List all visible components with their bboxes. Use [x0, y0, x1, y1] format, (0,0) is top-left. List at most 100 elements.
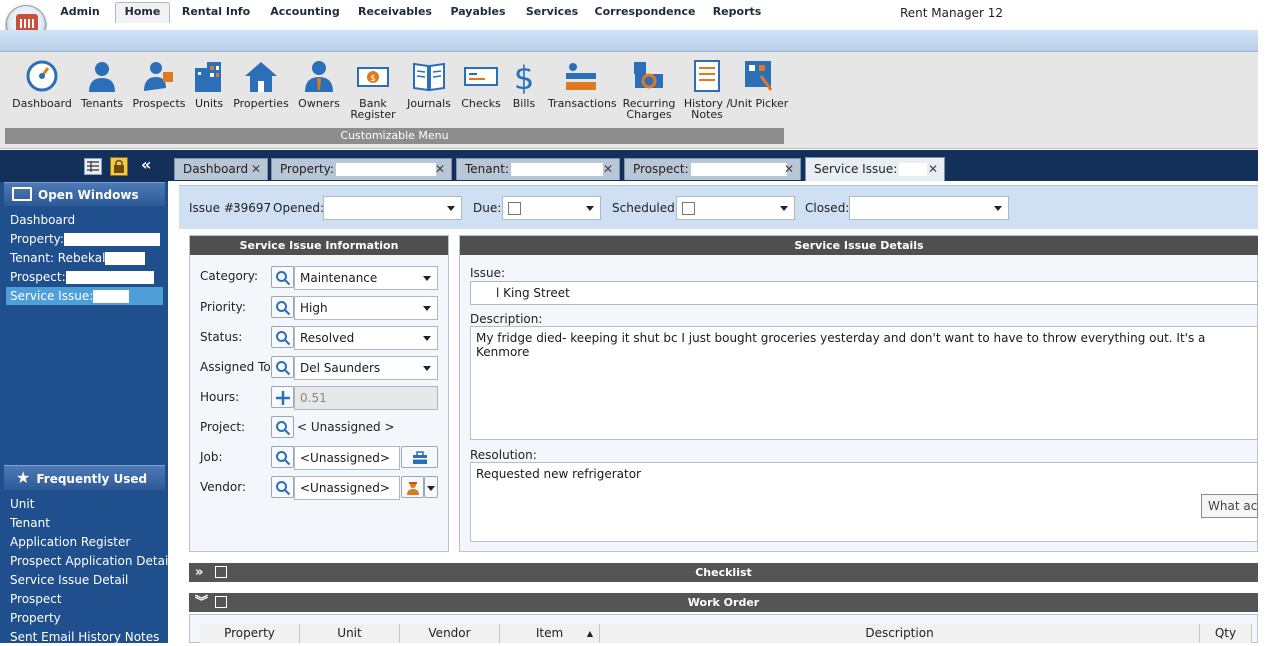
- menu-tab-receivables[interactable]: Receivables: [355, 3, 435, 22]
- closed-label: Closed:: [805, 201, 850, 215]
- add-hours-button[interactable]: [271, 386, 294, 408]
- person-icon: [89, 62, 115, 92]
- tab-tenant[interactable]: Tenant: ✕: [456, 158, 620, 180]
- frequent-item-property[interactable]: Property: [10, 609, 61, 627]
- frequent-item-sent-email-history-notes[interactable]: Sent Email History Notes: [10, 628, 159, 646]
- window-icon: [12, 187, 32, 201]
- service-issue-details-title: Service Issue Details: [460, 236, 1258, 255]
- app-title: Rent Manager 12: [900, 6, 1003, 20]
- notes-icon: [694, 60, 720, 92]
- ribbon-history-notes-button[interactable]: History / Notes: [679, 58, 735, 120]
- job-search-button[interactable]: [271, 446, 294, 468]
- frequent-item-prospect-application-detail[interactable]: Prospect Application Detail: [10, 552, 172, 570]
- tab-prospect[interactable]: Prospect: ✕: [624, 158, 801, 180]
- menu-tab-admin[interactable]: Admin: [52, 3, 108, 22]
- ribbon-units-button[interactable]: Units: [179, 58, 239, 109]
- work-order-bar[interactable]: ︾ Work Order: [189, 593, 1258, 612]
- search-icon: [276, 421, 291, 436]
- ribbon-tenants-button[interactable]: Tenants: [72, 58, 132, 109]
- ribbon-dashboard-button[interactable]: Dashboard: [12, 58, 72, 109]
- close-tab-icon[interactable]: ✕: [435, 159, 445, 180]
- closed-date-dropdown[interactable]: [849, 196, 1009, 220]
- ribbon-journals-button[interactable]: Journals: [399, 58, 459, 109]
- priority-label: Priority:: [200, 300, 246, 314]
- tab-property[interactable]: Property: ✕: [271, 158, 452, 180]
- menu-tab-reports[interactable]: Reports: [707, 3, 767, 22]
- category-dropdown[interactable]: Maintenance: [294, 266, 438, 290]
- menu-tab-accounting[interactable]: Accounting: [264, 3, 346, 22]
- ribbon-unit-picker-button[interactable]: Unit Picker: [729, 58, 789, 109]
- menu-tab-payables[interactable]: Payables: [444, 3, 512, 22]
- menu-tab-services[interactable]: Services: [521, 3, 583, 22]
- scheduled-checkbox[interactable]: [682, 202, 695, 215]
- ribbon-recurring-charges-button[interactable]: Recurring Charges: [619, 58, 679, 120]
- frequent-item-application-register[interactable]: Application Register: [10, 533, 130, 551]
- menu-tab-home[interactable]: Home: [115, 2, 170, 23]
- work-order-col-item[interactable]: Item ▲: [500, 624, 600, 643]
- open-window-property[interactable]: Property:: [10, 230, 160, 248]
- due-checkbox[interactable]: [508, 202, 521, 215]
- status-dropdown[interactable]: Resolved: [294, 326, 438, 350]
- close-tab-icon[interactable]: ✕: [251, 159, 261, 180]
- priority-dropdown[interactable]: High: [294, 296, 438, 320]
- close-tab-icon[interactable]: ✕: [784, 159, 794, 180]
- issue-field[interactable]: l King Street: [470, 281, 1258, 305]
- vendor-field[interactable]: <Unassigned>: [294, 476, 400, 500]
- work-order-col-vendor[interactable]: Vendor: [400, 624, 500, 643]
- chevron-down-icon: [586, 206, 594, 211]
- work-order-col-qty[interactable]: Qty: [1200, 624, 1252, 643]
- ribbon-bills-button[interactable]: $ Bills: [494, 58, 554, 109]
- vendor-details-button[interactable]: [401, 476, 424, 498]
- what-action-button[interactable]: What acti: [1201, 494, 1258, 518]
- job-field[interactable]: <Unassigned>: [294, 446, 400, 470]
- collapse-sidebar-icon[interactable]: «: [141, 155, 151, 174]
- open-windows-header: Open Windows: [4, 182, 165, 206]
- menu-tab-rental-info[interactable]: Rental Info: [178, 3, 254, 22]
- frequent-item-unit[interactable]: Unit: [10, 495, 34, 513]
- chevron-down-icon: [423, 276, 431, 281]
- ribbon-transactions-button[interactable]: Transactions: [548, 58, 617, 109]
- hours-label: Hours:: [200, 390, 240, 404]
- scheduled-date-dropdown[interactable]: [676, 196, 795, 220]
- open-window-service-issue[interactable]: Service Issue:: [6, 287, 163, 305]
- vendor-label: Vendor:: [200, 480, 246, 494]
- grid-view-icon[interactable]: [84, 158, 102, 175]
- open-window-prospect[interactable]: Prospect:: [10, 268, 154, 286]
- work-order-col-description[interactable]: Description: [600, 624, 1200, 643]
- assigned-to-label: Assigned To:: [200, 360, 275, 374]
- open-window-tenant[interactable]: Tenant: Rebekal: [10, 249, 146, 267]
- search-icon: [276, 331, 291, 346]
- menu-bar: [0, 30, 1258, 52]
- tab-service-issue[interactable]: Service Issue: ✕: [805, 157, 945, 181]
- job-details-button[interactable]: [401, 446, 438, 468]
- frequent-item-tenant[interactable]: Tenant: [10, 514, 50, 532]
- close-tab-icon[interactable]: ✕: [603, 159, 613, 180]
- open-window-dashboard[interactable]: Dashboard: [10, 211, 75, 229]
- status-search-button[interactable]: [271, 326, 294, 348]
- assigned-to-search-button[interactable]: [271, 356, 294, 378]
- resolution-textarea[interactable]: Requested new refrigerator: [470, 462, 1258, 542]
- frequent-item-service-issue-detail[interactable]: Service Issue Detail: [10, 571, 128, 589]
- checklist-bar[interactable]: » Checklist: [189, 563, 1258, 582]
- description-textarea[interactable]: My fridge died- keeping it shut bc I jus…: [470, 326, 1258, 440]
- menu-tab-correspondence[interactable]: Correspondence: [593, 3, 697, 22]
- ribbon-properties-button[interactable]: Properties: [231, 58, 291, 109]
- opened-date-dropdown[interactable]: [323, 196, 462, 220]
- work-order-col-unit[interactable]: Unit: [300, 624, 400, 643]
- frequent-item-prospect[interactable]: Prospect: [10, 590, 62, 608]
- close-tab-icon[interactable]: ✕: [928, 158, 938, 181]
- vendor-search-button[interactable]: [271, 476, 294, 498]
- due-date-dropdown[interactable]: [502, 196, 601, 220]
- priority-search-button[interactable]: [271, 296, 294, 318]
- project-search-button[interactable]: [271, 416, 294, 438]
- search-icon: [276, 271, 291, 286]
- category-search-button[interactable]: [271, 266, 294, 288]
- ribbon-bank-register-button[interactable]: $ Bank Register: [343, 58, 403, 120]
- assigned-to-dropdown[interactable]: Del Saunders: [294, 356, 438, 380]
- redacted-text: [335, 163, 436, 176]
- ribbon-owners-button[interactable]: Owners: [289, 58, 349, 109]
- lock-icon[interactable]: [110, 157, 128, 176]
- work-order-col-property[interactable]: Property: [200, 624, 300, 643]
- tab-dashboard[interactable]: Dashboard ✕: [174, 158, 268, 180]
- vendor-dropdown-button[interactable]: [424, 476, 438, 498]
